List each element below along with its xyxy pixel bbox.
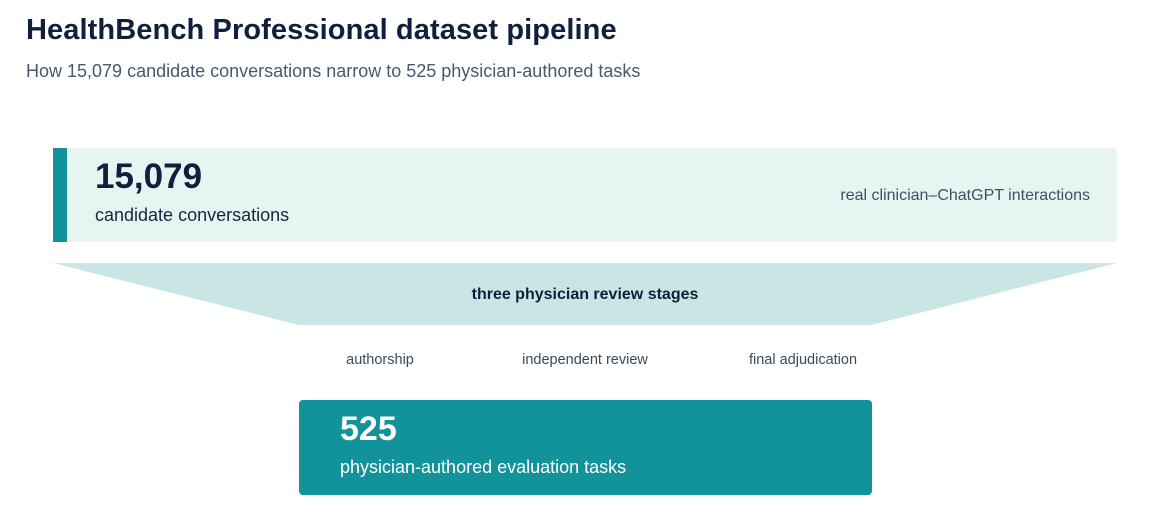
review-funnel: three physician review stages [53, 263, 1117, 325]
output-box: 525 physician-authored evaluation tasks [299, 400, 872, 495]
stage-final-adjudication: final adjudication [748, 352, 858, 368]
input-accent-bar [53, 148, 67, 242]
stage-authorship: authorship [346, 352, 414, 368]
page-title: HealthBench Professional dataset pipelin… [26, 14, 617, 46]
funnel-label: three physician review stages [471, 286, 699, 303]
stage-independent-review: independent review [522, 352, 648, 368]
output-count: 525 [340, 410, 397, 448]
output-label: physician-authored evaluation tasks [340, 457, 627, 477]
page-subtitle: How 15,079 candidate conversations narro… [26, 61, 641, 81]
input-box: 15,079 candidate conversations real clin… [53, 148, 1117, 242]
input-count: 15,079 [95, 157, 203, 196]
input-note: real clinician–ChatGPT interactions [840, 187, 1090, 204]
input-label: candidate conversations [95, 205, 290, 225]
